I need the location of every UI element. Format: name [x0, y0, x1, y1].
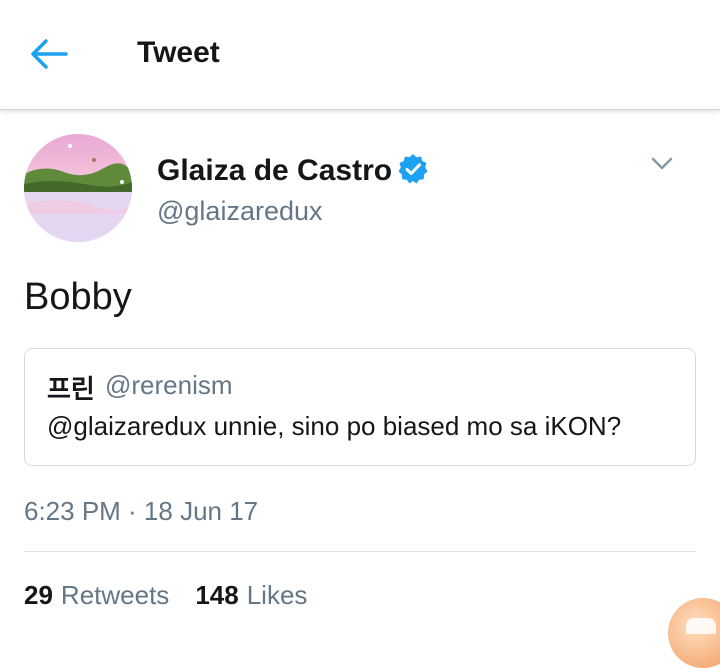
likes-stat[interactable]: 148 Likes — [195, 580, 307, 611]
author-handle[interactable]: @glaizaredux — [157, 196, 323, 227]
back-arrow-icon — [31, 39, 68, 69]
likes-label: Likes — [246, 580, 308, 610]
divider — [24, 551, 696, 552]
author-name[interactable]: Glaiza de Castro — [157, 154, 392, 188]
verified-badge-icon — [397, 153, 429, 185]
retweets-label: Retweets — [60, 580, 170, 610]
likes-count: 148 — [195, 580, 239, 610]
top-app-bar: Tweet — [0, 0, 720, 110]
quoted-author-name: 프린 — [47, 375, 95, 405]
quoted-tweet-text: @glaizaredux unnie, sino po biased mo sa… — [47, 411, 622, 441]
tweet-stats: 29 Retweets 148 Likes — [24, 580, 333, 611]
retweets-stat[interactable]: 29 Retweets — [24, 580, 169, 611]
avatar[interactable] — [24, 134, 132, 242]
retweets-count: 29 — [24, 580, 53, 610]
avatar-image — [24, 134, 132, 242]
page-title: Tweet — [137, 36, 220, 69]
tweet-text: Bobby — [24, 276, 132, 318]
chevron-down-icon — [651, 157, 673, 170]
quoted-tweet-card[interactable]: 프린 @rerenism @glaizaredux unnie, sino po… — [24, 348, 696, 466]
quoted-author-handle: @rerenism — [105, 370, 233, 400]
tweet-timestamp: 6:23 PM · 18 Jun 17 — [24, 496, 259, 526]
back-button[interactable] — [26, 34, 72, 74]
tweet-options-button[interactable] — [646, 150, 678, 178]
